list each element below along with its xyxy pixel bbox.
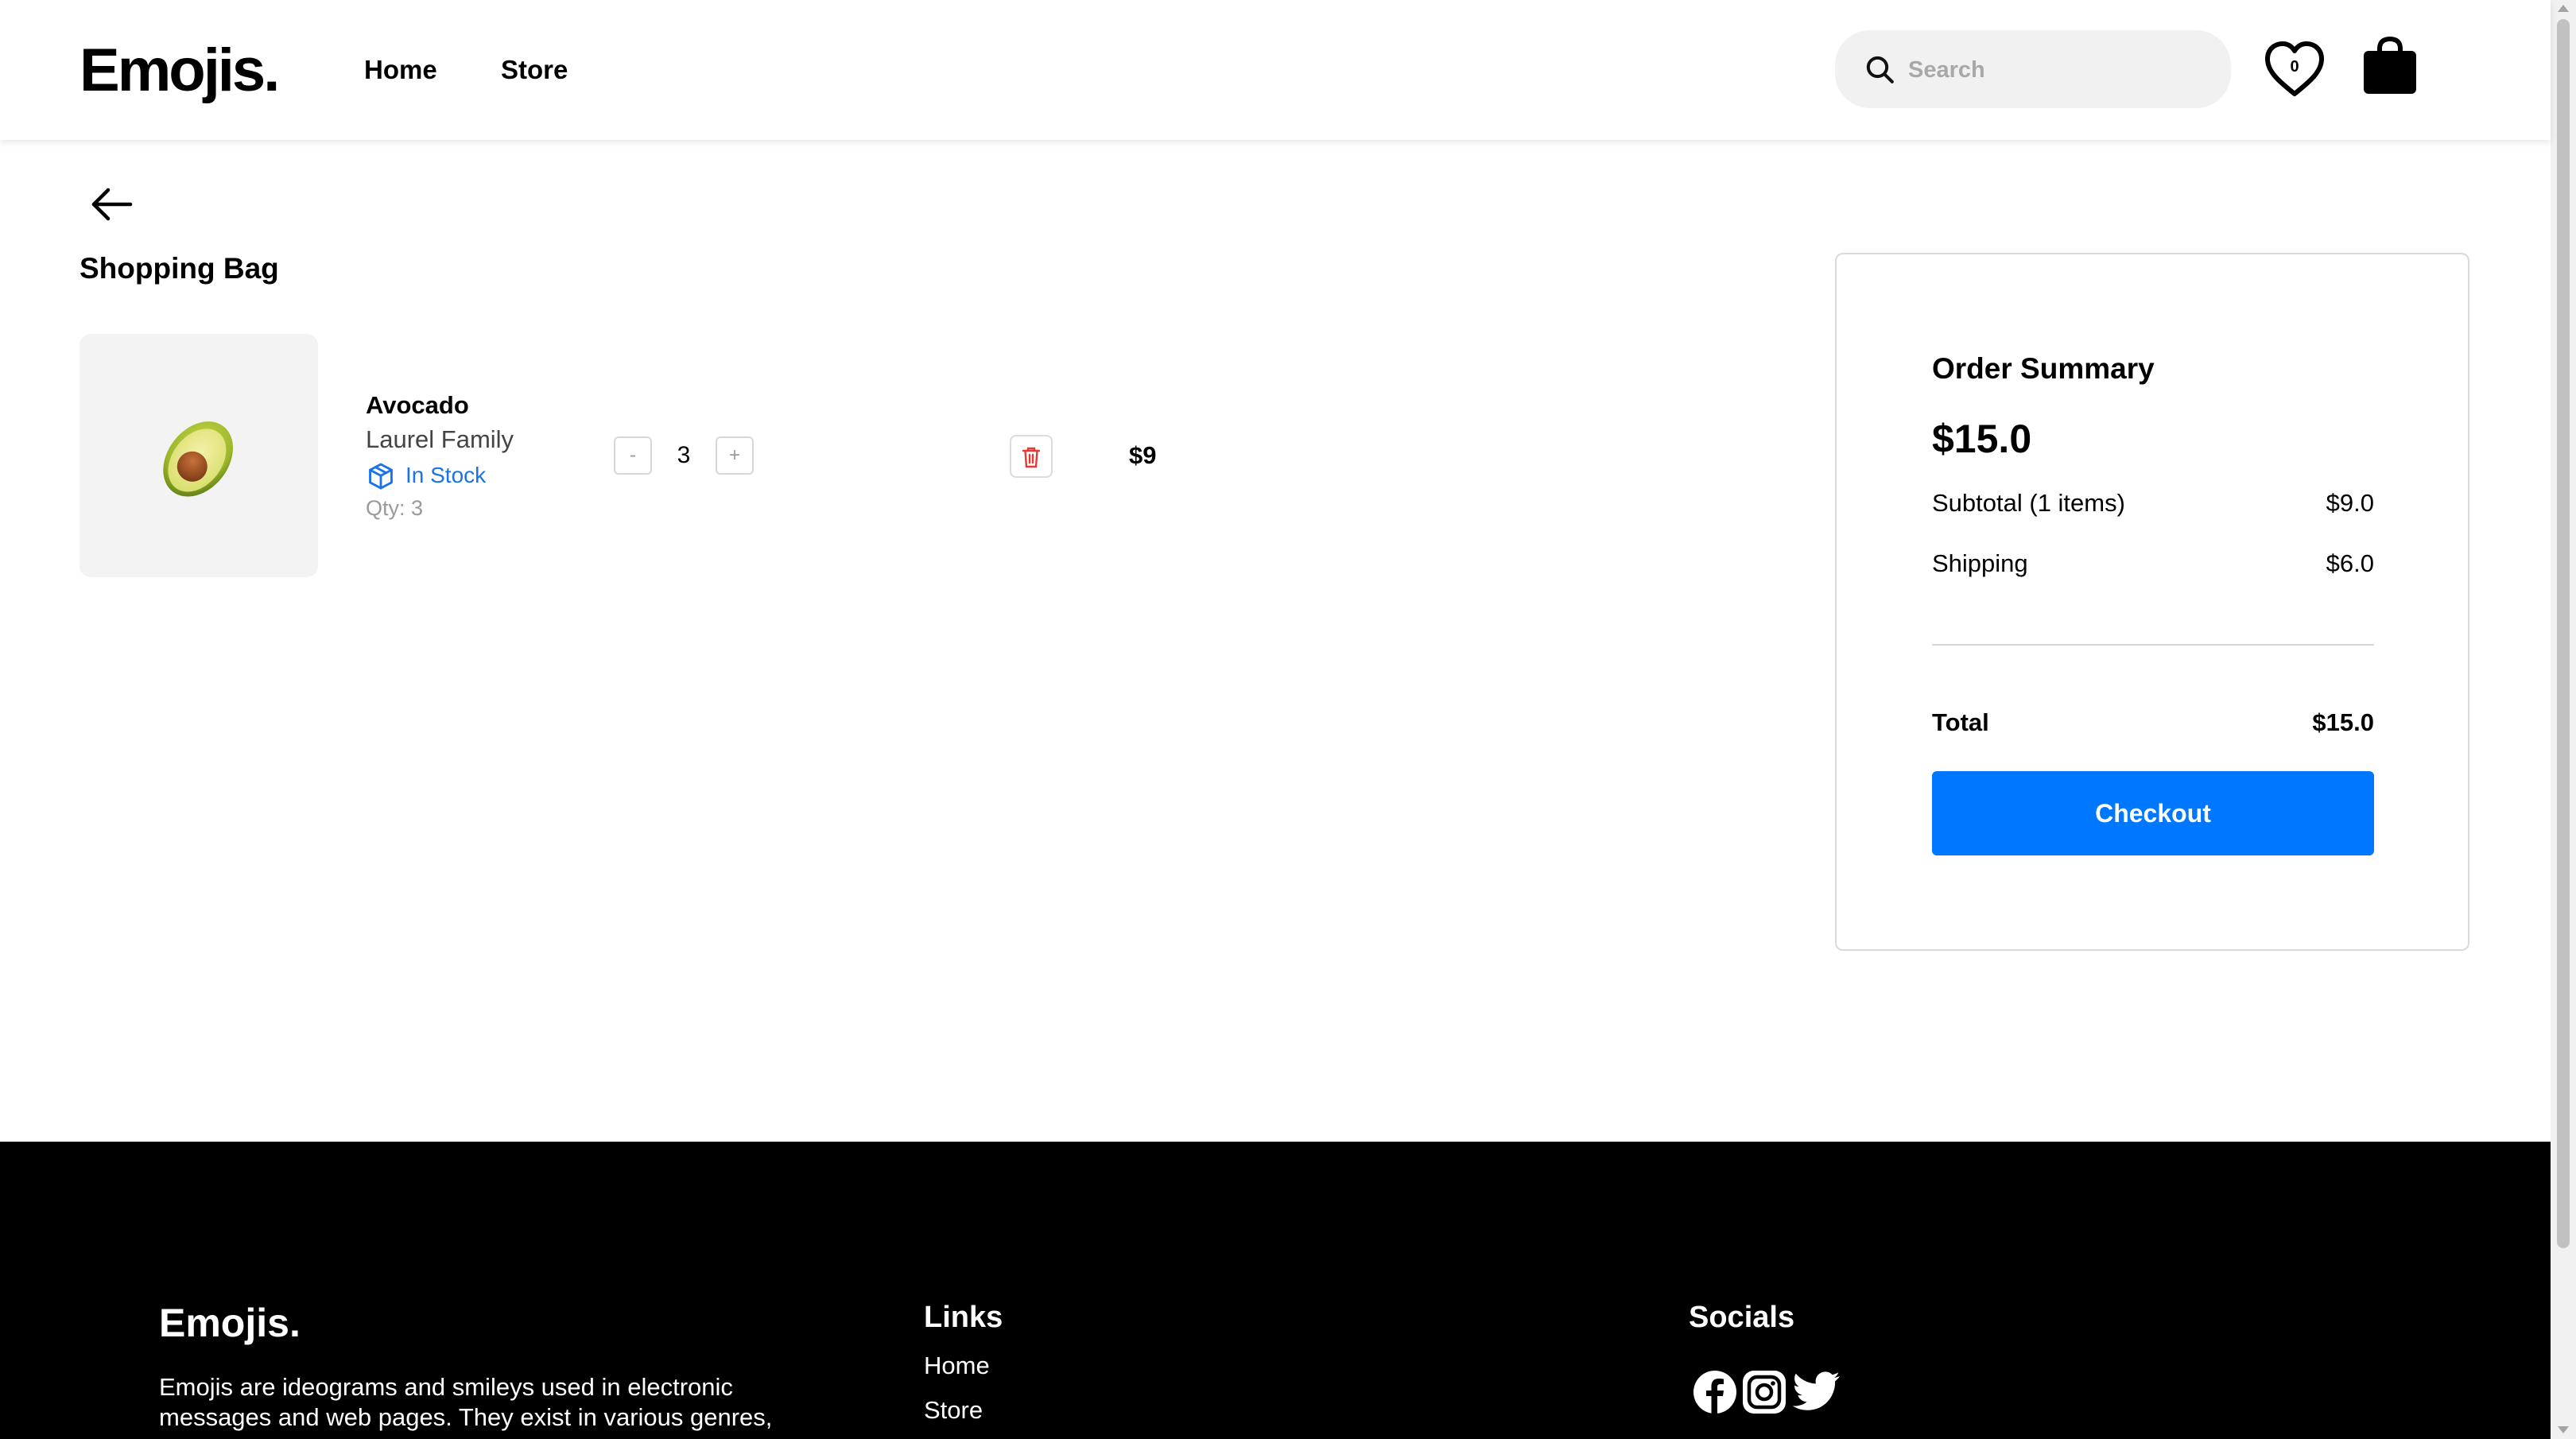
wishlist-button[interactable]: 0 xyxy=(2263,40,2326,99)
subtotal-label: Subtotal (1 items) xyxy=(1932,489,2125,517)
logo[interactable]: Emojis. xyxy=(80,35,280,107)
footer-socials-heading: Socials xyxy=(1689,1301,1795,1334)
search-input[interactable] xyxy=(1907,49,2212,91)
total-row: Total $15.0 xyxy=(1932,706,2374,739)
shopping-bag-button[interactable] xyxy=(2361,36,2419,95)
quantity-value: 3 xyxy=(677,442,691,468)
subtotal-row: Subtotal (1 items) $9.0 xyxy=(1932,487,2374,520)
page-scrollbar[interactable] xyxy=(2551,0,2576,1439)
product-name[interactable]: Avocado xyxy=(366,390,469,421)
footer-link-home[interactable]: Home xyxy=(924,1350,990,1382)
wishlist-count: 0 xyxy=(2290,58,2299,76)
footer-description: Emojis are ideograms and smileys used in… xyxy=(159,1373,773,1431)
instagram-icon[interactable] xyxy=(1741,1369,1787,1415)
shipping-label: Shipping xyxy=(1932,549,2028,577)
remove-item-button[interactable] xyxy=(1010,435,1053,478)
search-bar[interactable] xyxy=(1835,30,2231,108)
avocado-emoji-icon xyxy=(163,421,233,497)
shopping-bag-icon xyxy=(2364,36,2416,94)
site-footer: Emojis. Emojis are ideograms and smileys… xyxy=(0,1142,2551,1439)
total-value: $15.0 xyxy=(2312,708,2374,736)
facebook-icon[interactable] xyxy=(1692,1369,1738,1415)
twitter-icon[interactable] xyxy=(1790,1369,1841,1415)
footer-link-store[interactable]: Store xyxy=(924,1394,983,1426)
package-icon xyxy=(369,463,393,490)
nav-store[interactable]: Store xyxy=(501,52,568,87)
search-icon xyxy=(1866,56,1894,83)
footer-links-heading: Links xyxy=(924,1301,1003,1334)
product-thumbnail[interactable] xyxy=(80,334,318,577)
footer-logo: Emojis. xyxy=(159,1301,301,1345)
page-title: Shopping Bag xyxy=(80,252,279,285)
stock-label: In Stock xyxy=(405,463,487,487)
quantity-note: Qty: 3 xyxy=(366,496,424,520)
order-summary: Order Summary $15.0 Subtotal (1 items) $… xyxy=(1835,253,2469,951)
decrease-quantity-button[interactable]: - xyxy=(614,436,652,475)
trash-icon xyxy=(1022,447,1041,468)
subtotal-value: $9.0 xyxy=(2326,489,2374,517)
shipping-value: $6.0 xyxy=(2326,549,2374,577)
increase-quantity-button[interactable]: + xyxy=(716,436,754,475)
item-price: $9 xyxy=(1129,441,1157,469)
nav-home[interactable]: Home xyxy=(364,52,437,87)
scrollbar-thumb[interactable] xyxy=(2557,19,2570,1248)
scroll-down-arrow-icon[interactable] xyxy=(2558,1426,2569,1433)
shipping-row: Shipping $6.0 xyxy=(1932,547,2374,580)
total-label: Total xyxy=(1932,708,1989,736)
summary-total-amount: $15.0 xyxy=(1932,417,2032,461)
site-header: Emojis. Home Store 0 xyxy=(0,0,2551,140)
summary-divider xyxy=(1932,644,2374,646)
scroll-up-arrow-icon[interactable] xyxy=(2558,5,2569,12)
checkout-button[interactable]: Checkout xyxy=(1932,771,2374,855)
back-arrow-icon[interactable] xyxy=(89,181,135,227)
product-family: Laurel Family xyxy=(366,425,514,453)
summary-title: Order Summary xyxy=(1932,352,2155,385)
